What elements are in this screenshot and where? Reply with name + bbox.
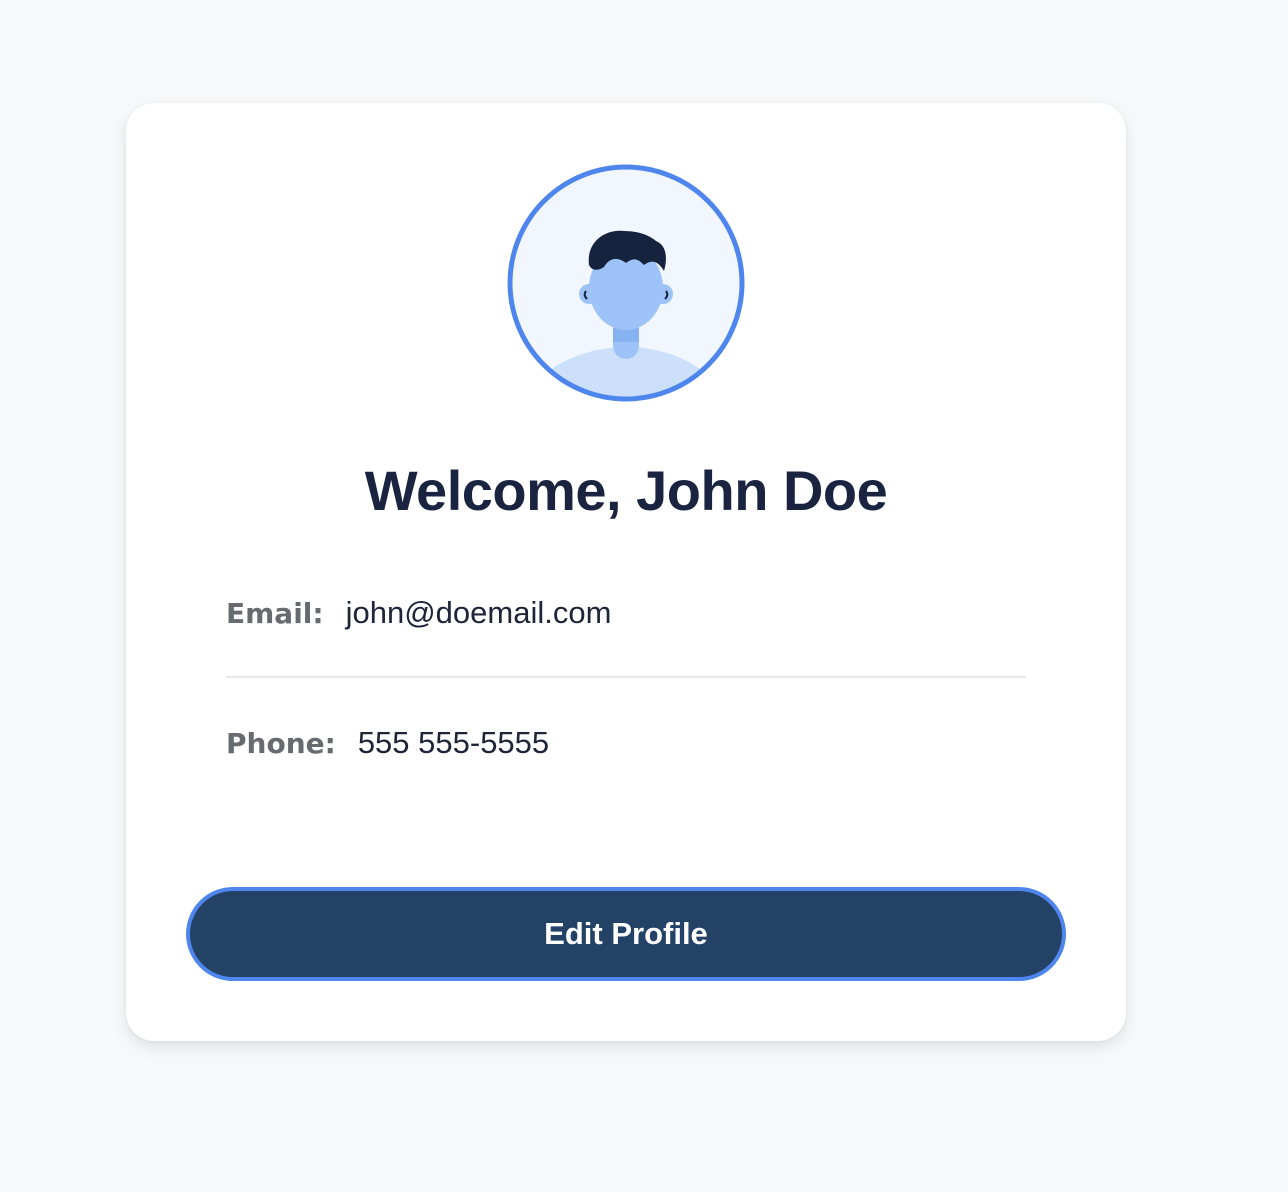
phone-label: Phone:: [226, 726, 336, 760]
user-avatar-icon: [507, 164, 745, 402]
email-label: Email:: [226, 596, 324, 630]
welcome-heading: Welcome, John Doe: [364, 459, 888, 522]
email-row: Email: john@doemail.com: [226, 593, 1026, 633]
phone-value: 555 555-5555: [357, 725, 550, 760]
edit-profile-button[interactable]: Edit Profile: [186, 887, 1066, 981]
avatar: [506, 163, 746, 403]
profile-card: Welcome, John Doe Email: john@doemail.co…: [126, 103, 1126, 1041]
phone-row: Phone: 555 555-5555: [226, 723, 1026, 763]
divider: [226, 676, 1026, 678]
email-value: john@doemail.com: [345, 595, 612, 630]
